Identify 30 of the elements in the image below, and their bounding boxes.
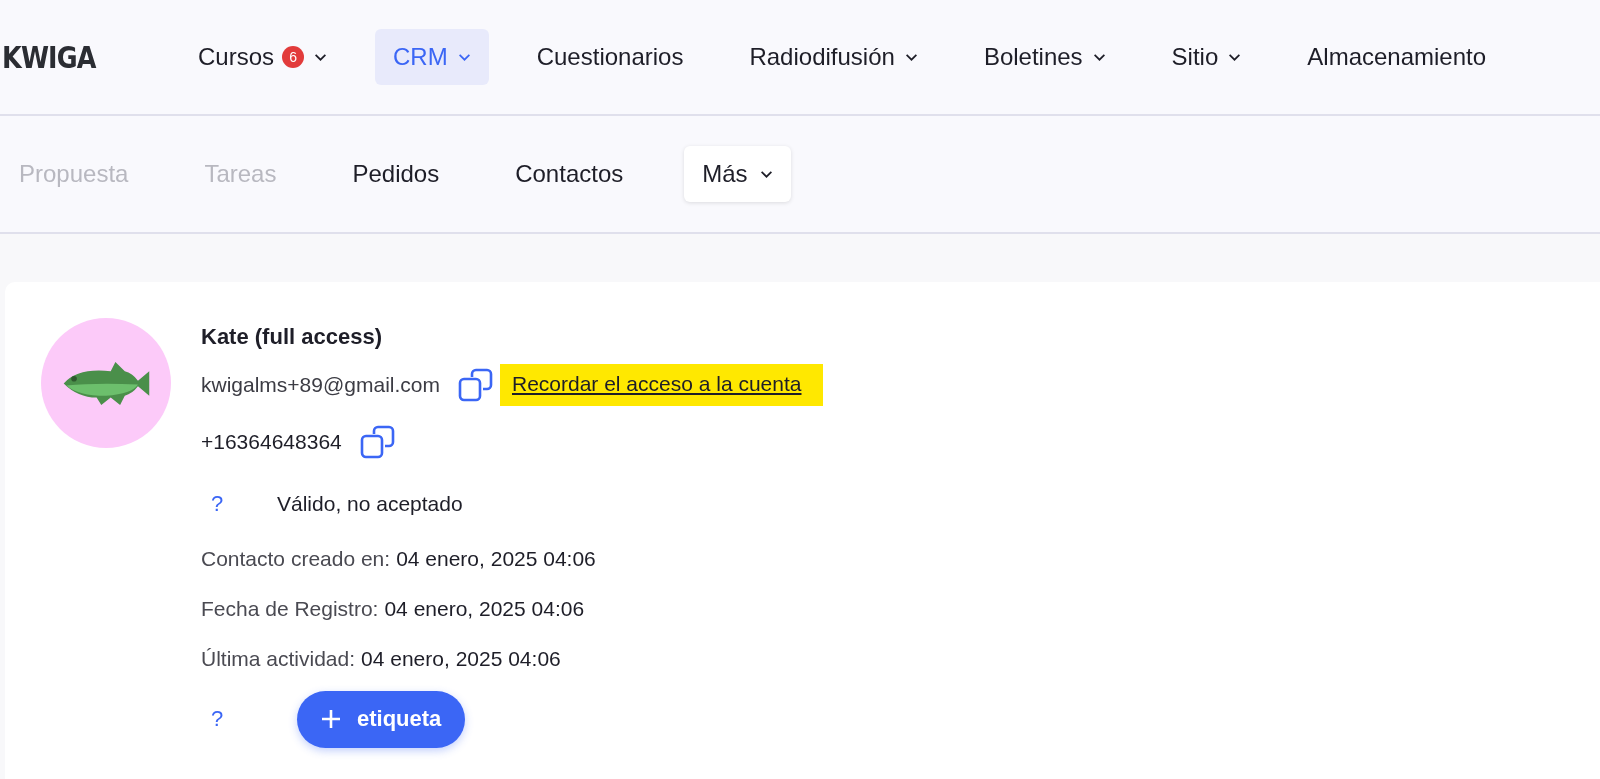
add-tag-button[interactable]: etiqueta <box>297 690 466 748</box>
detail-label: Última actividad: <box>201 647 356 671</box>
logo[interactable]: KWIGA <box>2 39 117 75</box>
nav-tab[interactable]: Radiodifusión <box>731 29 936 85</box>
nav-tab[interactable]: Cuestionarios <box>518 29 702 85</box>
detail-label: Fecha de Registro: <box>201 597 379 621</box>
nav-tab[interactable]: Sitio <box>1153 29 1260 85</box>
nav-tab[interactable]: CRM <box>375 29 489 85</box>
plus-icon <box>321 709 341 729</box>
contact-name: Kate (full access) <box>201 324 383 351</box>
subnav-tab[interactable]: Pedidos <box>337 146 455 202</box>
count-badge: 6 <box>282 46 305 68</box>
detail-value: 04 enero, 2025 04:06 <box>396 547 596 571</box>
nav-tab[interactable]: Cursos 6 <box>180 29 346 85</box>
nav-tab[interactable]: Boletines <box>965 29 1124 85</box>
nav-tab[interactable]: Almacenamiento <box>1289 29 1505 85</box>
access-link[interactable]: Recordar el acceso a la cuenta <box>500 364 824 406</box>
detail-value: 04 enero, 2025 04:06 <box>361 647 561 671</box>
email-text: kwigalms+89@gmail.com <box>201 373 440 397</box>
more-menu-button[interactable]: Más <box>684 146 791 202</box>
copy-icon[interactable] <box>359 424 396 460</box>
help-icon[interactable]: ? <box>211 706 227 732</box>
phone-text: +16364648364 <box>201 430 342 454</box>
detail-value: 04 enero, 2025 04:06 <box>384 597 585 621</box>
detail-label: Contacto creado en: <box>201 547 391 571</box>
subnav-tab[interactable]: Contactos <box>500 146 639 202</box>
copy-icon[interactable] <box>458 367 494 403</box>
help-icon[interactable]: ? <box>211 491 227 517</box>
caret-icon <box>759 169 773 179</box>
status-text: Válido, no aceptado <box>277 492 463 516</box>
